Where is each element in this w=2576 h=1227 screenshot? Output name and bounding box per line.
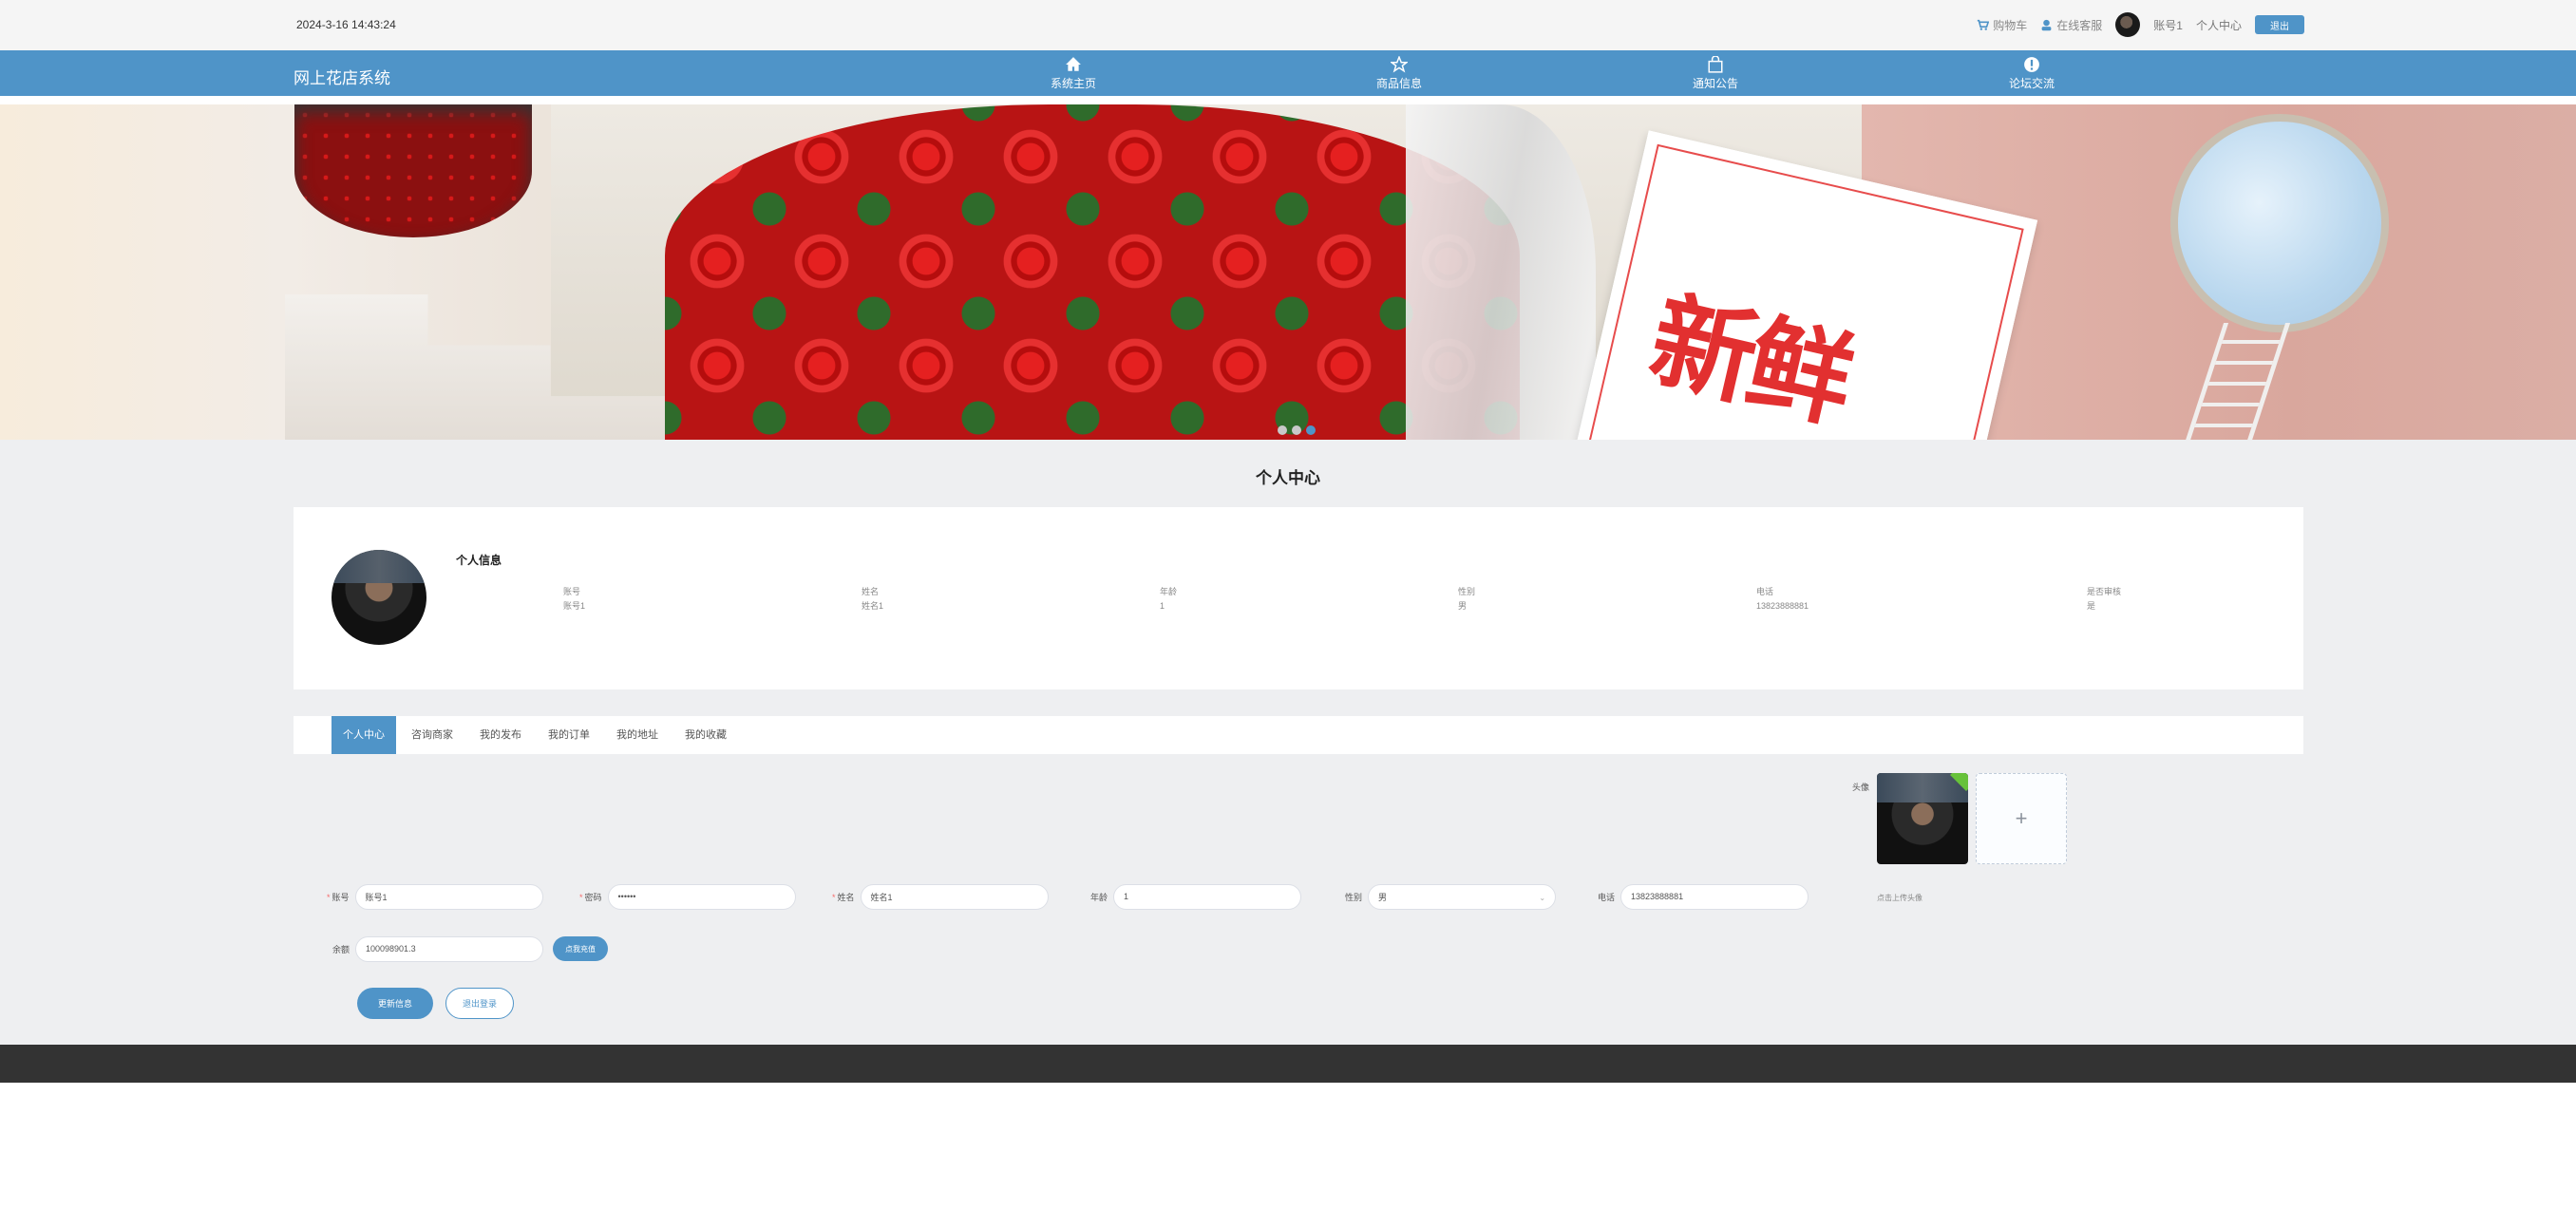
- password-label: * 密码: [579, 892, 602, 902]
- name-input[interactable]: 姓名1: [860, 883, 1049, 910]
- avatar-preview[interactable]: [1877, 773, 1968, 864]
- carousel-dot-2[interactable]: [1292, 425, 1301, 435]
- info-field-account: 账号 账号1: [563, 585, 585, 614]
- info-field-label: 年龄: [1160, 587, 1178, 596]
- balance-label: 余额: [332, 944, 350, 954]
- banner-mirror: [2170, 114, 2389, 332]
- personal-info-card: 个人信息 账号 账号1 姓名 姓名1 年龄 1 性别 男 电话 13823888…: [294, 507, 2303, 689]
- info-field-value: 是: [2087, 601, 2096, 611]
- banner-wrap: [1406, 104, 1596, 440]
- logout-button[interactable]: 退出: [2255, 15, 2304, 34]
- tab-my-orders[interactable]: 我的订单: [537, 716, 601, 754]
- cart-icon: [1978, 19, 1990, 30]
- nav-item-notice[interactable]: 通知公告: [1649, 53, 1782, 91]
- password-input[interactable]: ••••••: [607, 883, 796, 910]
- footer: [0, 1045, 2576, 1083]
- logout-account-button[interactable]: 退出登录: [445, 988, 514, 1019]
- form-item-phone: 电话 13823888881: [1598, 883, 1809, 910]
- form-item-gender: 性别 男 ⌄: [1345, 883, 1557, 910]
- service-link[interactable]: 在线客服: [2040, 17, 2102, 33]
- form-item-password: * 密码 ••••••: [579, 883, 796, 910]
- info-field-gender: 性别 男: [1458, 585, 1475, 614]
- info-field-value: 姓名1: [862, 601, 884, 611]
- avatar-field-label: 头像: [1852, 783, 1870, 792]
- user-center-link[interactable]: 个人中心: [2196, 17, 2242, 33]
- banner-carousel[interactable]: 新鲜: [0, 104, 2576, 440]
- success-check-icon: [1950, 773, 1968, 791]
- form-item-age: 年龄 1: [1090, 883, 1302, 910]
- exclamation-icon: [2024, 57, 2039, 72]
- username: 账号1: [2153, 18, 2183, 32]
- service-label: 在线客服: [2056, 18, 2103, 32]
- banner-small-bouquet: [294, 104, 532, 237]
- nav-item-home[interactable]: 系统主页: [1007, 53, 1140, 91]
- nav-home-label: 系统主页: [1050, 77, 1096, 90]
- form-item-balance: 余额 100098901.3: [332, 935, 544, 962]
- service-icon: [2041, 19, 2052, 30]
- nav-forum-label: 论坛交流: [2008, 77, 2055, 90]
- info-field-label: 性别: [1458, 587, 1476, 596]
- carousel-dot-1[interactable]: [1278, 425, 1287, 435]
- recharge-button[interactable]: 点我充值: [553, 936, 608, 961]
- info-title: 个人信息: [456, 554, 502, 567]
- update-info-button[interactable]: 更新信息: [357, 988, 433, 1019]
- phone-input[interactable]: 13823888881: [1620, 883, 1809, 910]
- page-title: 个人中心: [1256, 469, 1320, 487]
- info-field-value: 1: [1160, 601, 1165, 611]
- age-label: 年龄: [1090, 892, 1108, 902]
- info-field-label: 姓名: [862, 587, 880, 596]
- top-bar: 2024-3-16 14:43:24 购物车 在线客服 账号1 个人中心 退出: [0, 0, 2576, 50]
- tab-my-posts[interactable]: 我的发布: [468, 716, 533, 754]
- nav-goods-label: 商品信息: [1375, 77, 1422, 90]
- balance-input[interactable]: 100098901.3: [355, 935, 544, 962]
- gender-label: 性别: [1345, 892, 1363, 902]
- user-center-tabs: 个人中心 咨询商家 我的发布 我的订单 我的地址 我的收藏: [294, 716, 2303, 754]
- star-icon: [1391, 56, 1408, 73]
- info-field-name: 姓名 姓名1: [862, 585, 883, 614]
- nav-item-forum[interactable]: 论坛交流: [1965, 53, 2098, 91]
- chevron-down-icon: ⌄: [1539, 893, 1546, 902]
- account-input[interactable]: 账号1: [354, 883, 543, 910]
- bag-icon: [1708, 56, 1723, 73]
- brand-title: 网上花店系统: [294, 69, 390, 87]
- home-icon: [1066, 57, 1081, 71]
- info-field-value: 13823888881: [1756, 601, 1809, 611]
- name-label: * 姓名: [832, 892, 855, 902]
- info-field-label: 账号: [563, 587, 581, 596]
- tab-consult-merchant[interactable]: 咨询商家: [400, 716, 464, 754]
- info-field-value: 账号1: [563, 601, 586, 611]
- profile-avatar: [331, 550, 426, 645]
- info-field-value: 男: [1458, 601, 1468, 611]
- account-label: * 账号: [327, 892, 350, 902]
- info-field-phone: 电话 13823888881: [1756, 585, 1809, 614]
- carousel-dot-3[interactable]: [1306, 425, 1316, 435]
- top-right-links: 购物车 在线客服 账号1 个人中心 退出: [1977, 9, 2304, 40]
- nav-notice-label: 通知公告: [1692, 77, 1738, 90]
- navbar: 网上花店系统 系统主页 商品信息 通知公告 论坛交流: [0, 50, 2576, 96]
- phone-label: 电话: [1598, 892, 1616, 902]
- datetime: 2024-3-16 14:43:24: [296, 18, 396, 31]
- info-field-label: 是否审核: [2087, 587, 2122, 596]
- cart-label: 购物车: [1993, 18, 2028, 32]
- tab-personal-center[interactable]: 个人中心: [331, 716, 396, 754]
- banner-rose-bouquet: [665, 104, 1520, 440]
- form-item-account: * 账号 账号1: [327, 883, 543, 910]
- cart-link[interactable]: 购物车: [1977, 17, 2027, 33]
- gender-selected: 男: [1378, 892, 1388, 902]
- carousel-dots: [1278, 425, 1316, 435]
- form-item-name: * 姓名 姓名1: [832, 883, 1049, 910]
- user-avatar[interactable]: [2115, 12, 2141, 37]
- age-input[interactable]: 1: [1113, 883, 1302, 910]
- upload-tip: 点击上传头像: [1877, 894, 1923, 902]
- gender-select[interactable]: 男 ⌄: [1368, 883, 1557, 910]
- tab-my-favorites[interactable]: 我的收藏: [673, 716, 738, 754]
- nav-item-goods[interactable]: 商品信息: [1333, 53, 1466, 91]
- info-field-reviewed: 是否审核 是: [2087, 585, 2121, 614]
- tab-my-address[interactable]: 我的地址: [605, 716, 670, 754]
- info-field-age: 年龄 1: [1160, 585, 1177, 614]
- info-field-label: 电话: [1756, 587, 1774, 596]
- avatar-upload-button[interactable]: +: [1976, 773, 2067, 864]
